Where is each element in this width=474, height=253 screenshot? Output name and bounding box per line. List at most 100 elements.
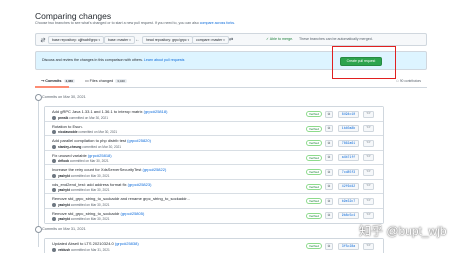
verified-badge[interactable]: Verified [306,183,323,190]
commit-meta: stanley-cheung committed on Mar 30, 2021 [58,144,122,149]
left-arrow-icon: ← [135,37,140,43]
base-branch-select[interactable]: base: master▾ [104,36,135,44]
file-diff-icon: ▭ [85,79,89,83]
compare-arrows-icon [40,37,46,43]
avatar[interactable] [52,202,56,207]
merge-note: These branches can be automatically merg… [299,37,373,41]
copy-sha-button[interactable]: ⧉ [325,110,333,118]
avatar[interactable] [52,144,56,149]
commit-meta: yashykt committed on Mar 30, 2021 [58,217,110,221]
learn-pull-requests-link[interactable]: Learn about pull requests [144,58,185,62]
contributors-link[interactable]: ⚇ 90 contributors [396,79,421,83]
commit-icon: ⊸ [41,79,45,83]
verified-badge[interactable]: Verified [306,140,323,146]
avatar[interactable] [52,217,56,221]
commit-row: Fix unused variable (grpc#25818) drfloob… [45,150,383,165]
commit-row: Remove std_grpc_string_to_sockaddr (grpc… [45,208,383,223]
commit-group-date: Commits on Mar 31, 2021 [42,227,86,231]
browse-repo-button[interactable]: <> [363,197,374,205]
compare-forks-link[interactable]: compare across forks. [200,21,235,25]
verified-badge[interactable]: Verified [306,111,323,117]
swap-icon: ⇄ [229,37,234,43]
commit-title[interactable]: Increase the retry count for XdsServerSe… [52,167,166,172]
copy-sha-button[interactable]: ⧉ [325,197,333,205]
commit-list: Updated Abseil to LTS 20210324.0 (grpc#2… [44,238,384,253]
active-tab-indicator [35,86,69,88]
commit-title[interactable]: Add gRPC Java 1.33.1 and 1.36.1 to inter… [52,109,167,114]
files-count: 3,040 [115,79,127,83]
browse-repo-button[interactable]: <> [363,242,374,250]
commit-sha-link[interactable]: 42f6d42 [338,183,359,190]
browse-repo-button[interactable]: <> [363,139,374,147]
page-subtitle: Choose two branches to see what's change… [35,21,236,25]
commit-meta: yashykt committed on Mar 30, 2021 [58,188,110,192]
commit-timeline [38,97,39,247]
commit-row: xds_end2end_test: add address format fix… [45,179,383,194]
copy-sha-button[interactable]: ⧉ [325,125,333,132]
browse-repo-button[interactable]: <> [363,110,374,118]
commit-sha-link[interactable]: 1b40a8b [338,125,359,132]
copy-sha-button[interactable]: ⧉ [325,212,333,219]
commit-sha-link[interactable]: 8494c10 [338,110,359,118]
copy-sha-button[interactable]: ⧉ [325,154,333,161]
head-repository-select[interactable]: head repository: grpc/grpc▾ [142,36,194,44]
browse-repo-button[interactable]: <> [363,125,374,132]
browse-repo-button[interactable]: <> [363,168,374,176]
avatar[interactable] [52,130,56,134]
commit-sha-link[interactable]: 9b8c5c4 [338,212,359,219]
commit-title[interactable]: Add parallel compilation to php distrib … [52,138,151,143]
commit-row: Rotation to Esun. nicolasnoble committed… [45,121,383,136]
commit-meta: yashykt committed on Mar 30, 2021 [58,202,110,207]
commit-title[interactable]: Rotation to Esun. [52,124,83,129]
avatar[interactable] [52,188,56,192]
commit-title[interactable]: xds_end2end_test: add address format fix… [52,182,151,187]
avatar[interactable] [52,247,56,252]
tab-commits[interactable]: ⊸ Commits 4,360 [41,78,76,83]
branch-range-editor: base repository: ujjfwabf/grpc▾ base: ma… [35,33,427,46]
verified-badge[interactable]: Verified [306,243,323,249]
compare-branch-select[interactable]: compare: master▾ [192,36,229,44]
commit-meta: drfloob committed on Mar 30, 2021 [58,159,109,163]
verified-badge[interactable]: Verified [306,198,323,204]
page-title: Comparing changes [35,11,112,21]
commit-sha-link[interactable]: a4b71ff [338,154,359,161]
commit-sha-link[interactable]: b9e32c7 [338,197,359,205]
avatar[interactable] [52,173,56,178]
verified-badge[interactable]: Verified [306,154,323,161]
copy-sha-button[interactable]: ⧉ [325,183,333,190]
commit-list: Add gRPC Java 1.33.1 and 1.36.1 to inter… [44,106,384,224]
commit-title[interactable]: Updated Abseil to LTS 20210324.0 (grpc#2… [52,241,139,246]
copy-sha-button[interactable]: ⧉ [325,242,333,250]
commit-title[interactable]: Remove std_grpc_string_to_sockaddr (grpc… [52,211,144,216]
browse-repo-button[interactable]: <> [363,154,374,161]
watermark: 知乎 @bupt_wjb [359,224,447,238]
commit-group-icon [35,226,42,233]
verified-badge[interactable]: Verified [306,212,323,219]
commit-meta: veblush committed on Mar 31, 2021 [58,247,110,252]
commit-row: Increase the retry count for XdsServerSe… [45,165,383,180]
commit-title[interactable]: Fix unused variable (grpc#25818) [52,153,112,158]
commit-sha-link[interactable]: 7cd85f3 [338,168,359,176]
copy-sha-button[interactable]: ⧉ [325,168,333,176]
commit-title[interactable]: Remove std_grpc_string_to_sockaddr and r… [52,196,190,201]
commit-meta: yashykt committed on Mar 30, 2021 [58,173,110,178]
browse-repo-button[interactable]: <> [363,183,374,190]
commits-count: 4,360 [63,79,76,83]
tab-files-changed[interactable]: ▭ Files changed 3,040 [85,78,127,83]
commit-sha-link[interactable]: 7862a61 [338,139,359,147]
browse-repo-button[interactable]: <> [363,212,374,219]
copy-sha-button[interactable]: ⧉ [325,139,333,147]
comparison-tabs: ⊸ Commits 4,360 ▭ Files changed 3,040 ⚇ 90… [35,76,427,88]
avatar[interactable] [52,115,56,120]
highlight-box [332,46,396,79]
base-repository-select[interactable]: base repository: ujjfwabf/grpc▾ [48,36,105,44]
merge-status: ✓ Able to merge. [266,37,294,41]
avatar[interactable] [52,159,56,163]
commit-row: Updated Abseil to LTS 20210324.0 (grpc#2… [45,239,383,253]
verified-badge[interactable]: Verified [306,125,323,132]
commit-meta: pnnslk committed on Mar 30, 2021 [58,115,108,120]
people-icon: ⚇ [396,79,400,83]
commit-sha-link[interactable]: 3f5c28a [338,242,359,250]
verified-badge[interactable]: Verified [306,169,323,175]
commit-row: Add gRPC Java 1.33.1 and 1.36.1 to inter… [45,107,383,122]
